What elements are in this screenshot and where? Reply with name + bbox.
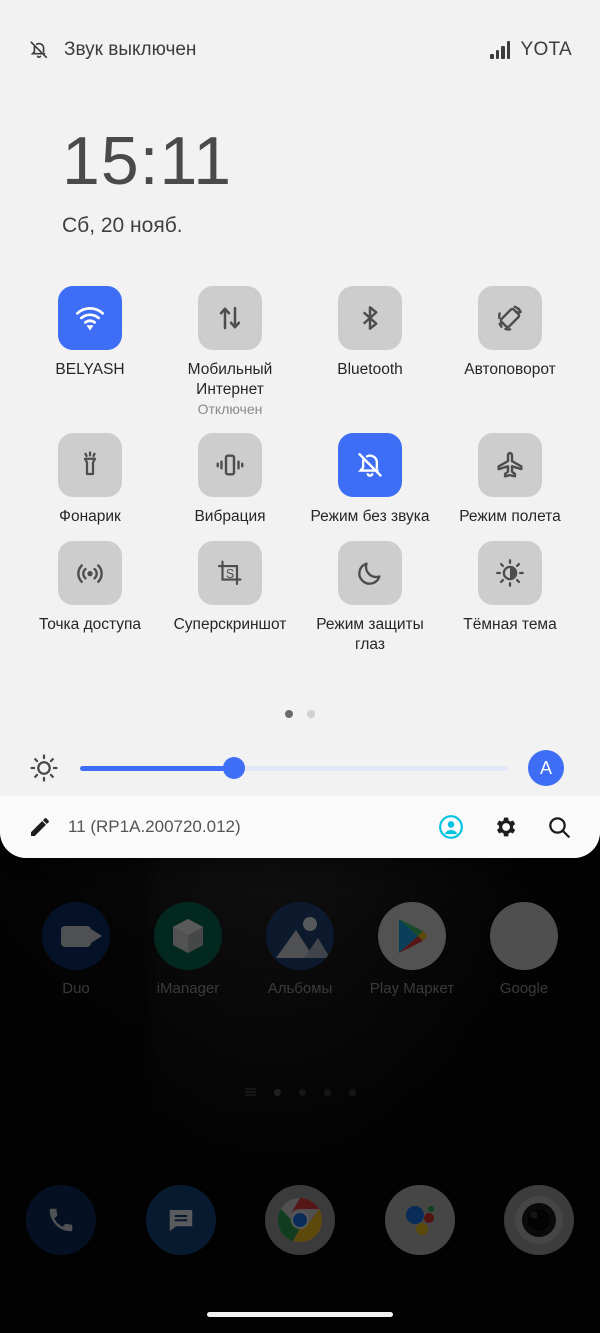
tile-airplane-mode[interactable]: Режим полета [440, 433, 580, 527]
search-icon[interactable] [546, 814, 572, 840]
dark-theme-icon[interactable] [478, 541, 542, 605]
tile-sublabel: Отключен [197, 401, 263, 417]
status-bar-right: YOTA [490, 39, 572, 61]
tile-label: Режим защиты глаз [316, 616, 424, 653]
brightness-slider[interactable] [80, 757, 508, 779]
moon-icon[interactable] [338, 541, 402, 605]
tile-wifi[interactable]: BELYASH [20, 286, 160, 419]
bell-off-icon [28, 39, 50, 61]
tile-label: Автоповорот [464, 361, 556, 378]
gesture-navigation-bar[interactable] [207, 1312, 393, 1317]
brightness-slider-knob[interactable] [223, 757, 246, 779]
hotspot-icon[interactable] [58, 541, 122, 605]
quick-settings-tiles: BELYASH Мобильный Интернет Отключен Blue… [20, 286, 580, 655]
clock-time: 15:11 [62, 123, 233, 199]
mute-status-text: Звук выключен [64, 39, 197, 60]
vibration-icon[interactable] [198, 433, 262, 497]
bell-off-icon[interactable] [338, 433, 402, 497]
tile-hotspot[interactable]: Точка доступа [20, 541, 160, 655]
superscreenshot-icon[interactable]: S [198, 541, 262, 605]
tile-label: Фонарик [59, 508, 121, 525]
tile-vibration[interactable]: Вибрация [160, 433, 300, 527]
tile-label: Точка доступа [38, 616, 142, 633]
tile-label: Мобильный Интернет [187, 361, 273, 398]
tile-label: Вибрация [194, 508, 266, 525]
tile-page-indicator[interactable] [0, 710, 600, 718]
svg-text:S: S [226, 567, 234, 581]
tile-auto-rotate[interactable]: Автоповорот [440, 286, 580, 419]
clock-date: Сб, 20 нояб. [62, 214, 183, 237]
flashlight-icon[interactable] [58, 433, 122, 497]
tile-label: Bluetooth [337, 361, 403, 378]
clock-block[interactable]: 15:11 Сб, 20 нояб. [62, 122, 232, 238]
brightness-icon [28, 752, 60, 784]
auto-rotate-icon[interactable] [478, 286, 542, 350]
tile-label: Суперскриншот [173, 616, 287, 633]
pencil-icon[interactable] [28, 815, 52, 839]
tile-mobile-data[interactable]: Мобильный Интернет Отключен [160, 286, 300, 419]
phone-screen: Duo iManager [0, 0, 600, 1333]
tile-page-dot[interactable] [285, 710, 293, 718]
tile-label: Тёмная тема [463, 616, 557, 633]
quick-settings-panel: Звук выключен YOTA 15:11 Сб, 20 нояб. BE… [0, 0, 600, 858]
tile-dark-theme[interactable]: Тёмная тема [440, 541, 580, 655]
tile-bluetooth[interactable]: Bluetooth [300, 286, 440, 419]
panel-footer: 11 (RP1A.200720.012) [0, 796, 600, 858]
bluetooth-icon[interactable] [338, 286, 402, 350]
brightness-row: A [28, 740, 580, 796]
signal-bars-icon [490, 41, 511, 59]
tile-label: Режим полета [459, 508, 561, 525]
tile-label: BELYASH [55, 361, 125, 378]
footer-left: 11 (RP1A.200720.012) [28, 815, 241, 839]
status-bar-left: Звук выключен [28, 39, 196, 61]
mobile-data-icon[interactable] [198, 286, 262, 350]
gear-icon[interactable] [492, 814, 518, 840]
tile-label: Режим без звука [310, 508, 430, 525]
status-bar: Звук выключен YOTA [0, 0, 600, 100]
build-version-label: 11 (RP1A.200720.012) [68, 817, 241, 836]
tile-superscreenshot[interactable]: S Суперскриншот [160, 541, 300, 655]
tile-silent-mode[interactable]: Режим без звука [300, 433, 440, 527]
tile-eye-comfort[interactable]: Режим защиты глаз [300, 541, 440, 655]
footer-right [438, 814, 572, 840]
tile-flashlight[interactable]: Фонарик [20, 433, 160, 527]
carrier-label: YOTA [520, 39, 572, 60]
wifi-icon[interactable] [58, 286, 122, 350]
tile-page-dot[interactable] [307, 710, 315, 718]
auto-brightness-button[interactable]: A [528, 750, 564, 786]
airplane-icon[interactable] [478, 433, 542, 497]
account-icon[interactable] [438, 814, 464, 840]
brightness-slider-fill [80, 765, 235, 771]
